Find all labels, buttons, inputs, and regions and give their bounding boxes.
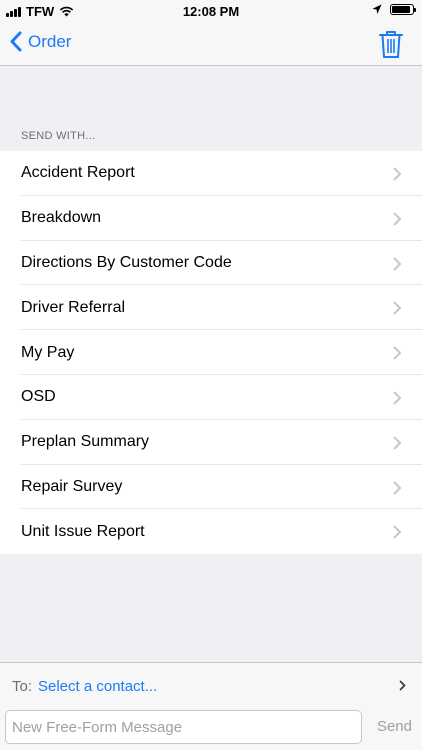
- recipient-row[interactable]: To: Select a contact...: [0, 662, 422, 708]
- chevron-right-icon: [393, 346, 401, 360]
- location-arrow-icon: [372, 4, 382, 14]
- list-item[interactable]: Accident Report: [0, 151, 422, 196]
- chevron-left-icon: [10, 31, 22, 52]
- trash-icon: [379, 31, 403, 58]
- list-item-label: Accident Report: [21, 164, 135, 182]
- list-item[interactable]: Driver Referral: [0, 285, 422, 330]
- list-item-label: Driver Referral: [21, 298, 126, 316]
- chevron-right-icon: [393, 525, 401, 539]
- status-right: [372, 4, 416, 15]
- select-contact-link[interactable]: Select a contact...: [38, 678, 157, 695]
- section-header: SEND WITH...: [21, 130, 96, 142]
- list-item-label: Repair Survey: [21, 477, 123, 495]
- screen: TFW 12:08 PM Order SEND WITH... Accident…: [0, 0, 422, 750]
- list-item[interactable]: OSD: [0, 375, 422, 420]
- chevron-right-icon: [393, 481, 401, 495]
- list-item-label: Preplan Summary: [21, 433, 150, 451]
- send-button[interactable]: Send: [377, 718, 412, 735]
- message-input[interactable]: [5, 710, 362, 744]
- chevron-right-icon: [393, 436, 401, 450]
- status-time: 12:08 PM: [182, 4, 240, 19]
- list-item-label: Directions By Customer Code: [21, 253, 232, 271]
- compose-row: Send: [0, 708, 422, 750]
- list-item[interactable]: Repair Survey: [0, 465, 422, 510]
- to-label: To:: [12, 678, 33, 695]
- list-item-label: Unit Issue Report: [21, 522, 145, 540]
- status-bar: TFW 12:08 PM: [0, 0, 422, 22]
- list-item[interactable]: Preplan Summary: [0, 420, 422, 465]
- send-with-list: Accident Report Breakdown Directions By Cu…: [0, 151, 422, 555]
- list-item-label: My Pay: [21, 343, 75, 361]
- chevron-right-icon: [393, 301, 401, 315]
- nav-bar: Order: [0, 22, 422, 66]
- back-label: Order: [28, 31, 72, 51]
- chevron-right-icon: [399, 680, 406, 691]
- chevron-right-icon: [393, 212, 401, 226]
- battery-icon: [390, 4, 416, 15]
- chevron-right-icon: [393, 391, 401, 405]
- list-item-label: OSD: [21, 388, 56, 406]
- list-item[interactable]: Unit Issue Report: [0, 509, 422, 554]
- list-item[interactable]: Breakdown: [0, 196, 422, 241]
- chevron-right-icon: [393, 257, 401, 271]
- list-item[interactable]: My Pay: [0, 330, 422, 375]
- list-item-label: Breakdown: [21, 209, 102, 227]
- delete-button[interactable]: [378, 29, 404, 59]
- list-item[interactable]: Directions By Customer Code: [0, 241, 422, 286]
- back-button[interactable]: Order: [10, 31, 71, 52]
- chevron-right-icon: [393, 167, 401, 181]
- battery-fill: [392, 6, 410, 13]
